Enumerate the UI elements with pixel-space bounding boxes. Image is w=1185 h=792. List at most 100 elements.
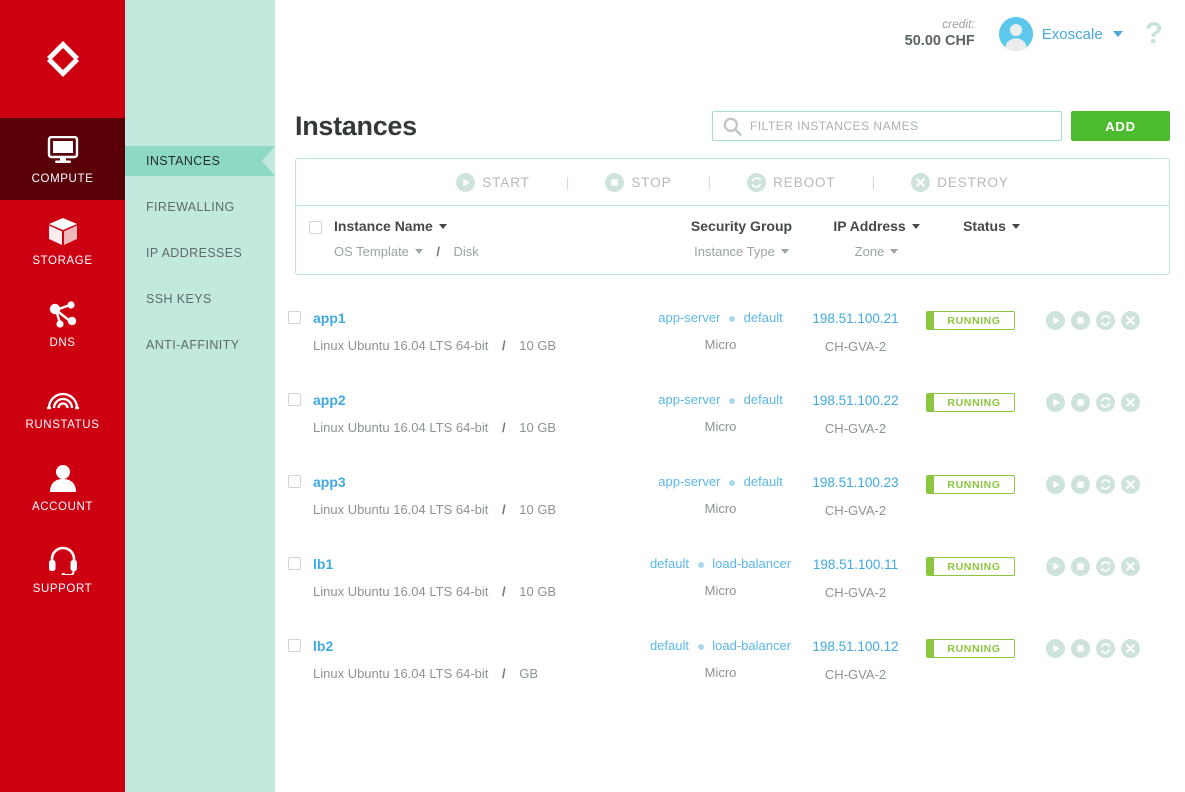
stop-icon[interactable] (1071, 639, 1090, 658)
broadcast-icon (46, 379, 80, 413)
sidebar-item-dns[interactable]: DNS (0, 282, 125, 364)
search-input[interactable] (750, 119, 1051, 133)
destroy-icon[interactable] (1121, 639, 1140, 658)
reboot-icon[interactable] (1096, 475, 1115, 494)
os-template-value: Linux Ubuntu 16.04 LTS 64-bit (313, 420, 488, 435)
reboot-icon[interactable] (1096, 639, 1115, 658)
destroy-icon[interactable] (1121, 311, 1140, 330)
column-label: IP Address (833, 218, 905, 234)
sidebar-item-instances[interactable]: INSTANCES (125, 146, 275, 176)
row-checkbox[interactable] (288, 311, 301, 324)
ip-address-value[interactable]: 198.51.100.21 (798, 311, 913, 326)
search-box[interactable] (712, 111, 1062, 141)
reboot-icon[interactable] (1096, 557, 1115, 576)
table-row[interactable]: app2 Linux Ubuntu 16.04 LTS 64-bit / 10 … (275, 383, 1185, 465)
reboot-icon[interactable] (1096, 393, 1115, 412)
ip-address-cell: 198.51.100.23 CH-GVA-2 (798, 475, 913, 518)
sidebar-item-compute[interactable]: COMPUTE (0, 118, 125, 200)
subnav-item-label: IP ADDRESSES (146, 246, 242, 260)
table-row[interactable]: lb2 Linux Ubuntu 16.04 LTS 64-bit / GB d… (275, 629, 1185, 711)
start-button[interactable]: START (446, 173, 540, 192)
security-group-link-left[interactable]: app-server (658, 392, 720, 407)
security-group-link-right[interactable]: default (744, 392, 783, 407)
destroy-icon[interactable] (1121, 393, 1140, 412)
destroy-icon[interactable] (1121, 557, 1140, 576)
start-icon[interactable] (1046, 557, 1065, 576)
help-icon[interactable]: ? (1141, 19, 1163, 49)
stop-icon[interactable] (1071, 311, 1090, 330)
status-badge-bar (927, 476, 934, 493)
destroy-label: DESTROY (937, 175, 1009, 190)
instance-name-link[interactable]: lb1 (313, 557, 333, 571)
start-icon[interactable] (1046, 475, 1065, 494)
sidebar-item-anti-affinity[interactable]: ANTI-AFFINITY (125, 330, 275, 360)
instance-name-link[interactable]: app3 (313, 475, 346, 489)
ip-address-value[interactable]: 198.51.100.23 (798, 475, 913, 490)
reboot-icon[interactable] (1096, 311, 1115, 330)
destroy-button[interactable]: DESTROY (901, 173, 1019, 192)
table-row[interactable]: app3 Linux Ubuntu 16.04 LTS 64-bit / 10 … (275, 465, 1185, 547)
start-icon[interactable] (1046, 393, 1065, 412)
security-group-link-left[interactable]: app-server (658, 474, 720, 489)
table-row[interactable]: app1 Linux Ubuntu 16.04 LTS 64-bit / 10 … (275, 301, 1185, 383)
row-checkbox[interactable] (288, 393, 301, 406)
user-menu[interactable]: Exoscale (999, 17, 1123, 51)
column-header-zone[interactable]: Zone (855, 244, 899, 259)
sidebar-item-runstatus[interactable]: RUNSTATUS (0, 364, 125, 446)
add-button[interactable]: ADD (1071, 111, 1170, 141)
start-icon[interactable] (1046, 639, 1065, 658)
security-group-link-right[interactable]: default (744, 310, 783, 325)
status-badge-label: RUNNING (934, 643, 1013, 655)
user-icon (48, 461, 78, 495)
reboot-button[interactable]: REBOOT (737, 173, 845, 192)
status-cell: RUNNING (913, 639, 1028, 658)
start-icon[interactable] (1046, 311, 1065, 330)
select-all-checkbox[interactable] (309, 221, 322, 234)
column-header-status[interactable]: Status (963, 218, 1020, 234)
disk-value: 10 GB (519, 420, 556, 435)
stop-button[interactable]: STOP (595, 173, 681, 192)
security-group-link-right[interactable]: default (744, 474, 783, 489)
instance-name-link[interactable]: app2 (313, 393, 346, 407)
app-logo[interactable] (0, 0, 125, 118)
column-header-instance-name[interactable]: Instance Name (334, 218, 447, 234)
security-group-link-left[interactable]: app-server (658, 310, 720, 325)
sidebar-item-storage[interactable]: STORAGE (0, 200, 125, 282)
security-group-link-left[interactable]: default (650, 638, 689, 653)
row-checkbox[interactable] (288, 475, 301, 488)
status-badge: RUNNING (926, 557, 1014, 576)
page-title: Instances (295, 111, 712, 142)
chevron-down-icon (1113, 31, 1123, 37)
sidebar-item-firewalling[interactable]: FIREWALLING (125, 192, 275, 222)
column-header-os-template[interactable]: OS Template (334, 244, 423, 259)
column-header-ip-address[interactable]: IP Address (833, 218, 919, 234)
security-group-link-right[interactable]: load-balancer (712, 638, 791, 653)
ip-address-value[interactable]: 198.51.100.12 (798, 639, 913, 654)
instance-name-link[interactable]: lb2 (313, 639, 333, 653)
credit-amount: 50.00 CHF (905, 32, 975, 50)
security-group-link-right[interactable]: load-balancer (712, 556, 791, 571)
sidebar-item-account[interactable]: ACCOUNT (0, 446, 125, 528)
instance-name-cell: lb1 Linux Ubuntu 16.04 LTS 64-bit / 10 G… (313, 557, 643, 598)
row-checkbox[interactable] (288, 639, 301, 652)
instance-os-disk: Linux Ubuntu 16.04 LTS 64-bit / 10 GB (313, 421, 643, 434)
row-checkbox[interactable] (288, 557, 301, 570)
ip-address-value[interactable]: 198.51.100.22 (798, 393, 913, 408)
security-group-link-left[interactable]: default (650, 556, 689, 571)
row-actions-cell (1028, 393, 1185, 412)
destroy-icon[interactable] (1121, 475, 1140, 494)
ip-address-value[interactable]: 198.51.100.11 (798, 557, 913, 572)
instance-name-link[interactable]: app1 (313, 311, 346, 325)
status-badge-label: RUNNING (934, 561, 1013, 573)
sidebar-item-ip-addresses[interactable]: IP ADDRESSES (125, 238, 275, 268)
instance-type-value: Micro (643, 583, 798, 598)
secondary-sidebar: INSTANCES FIREWALLING IP ADDRESSES SSH K… (125, 0, 275, 792)
column-header-instance-type[interactable]: Instance Type (694, 244, 789, 259)
stop-icon[interactable] (1071, 557, 1090, 576)
sidebar-item-ssh-keys[interactable]: SSH KEYS (125, 284, 275, 314)
sidebar-item-support[interactable]: SUPPORT (0, 528, 125, 610)
stop-icon[interactable] (1071, 393, 1090, 412)
stop-icon[interactable] (1071, 475, 1090, 494)
column-label: Status (963, 218, 1006, 234)
table-row[interactable]: lb1 Linux Ubuntu 16.04 LTS 64-bit / 10 G… (275, 547, 1185, 629)
